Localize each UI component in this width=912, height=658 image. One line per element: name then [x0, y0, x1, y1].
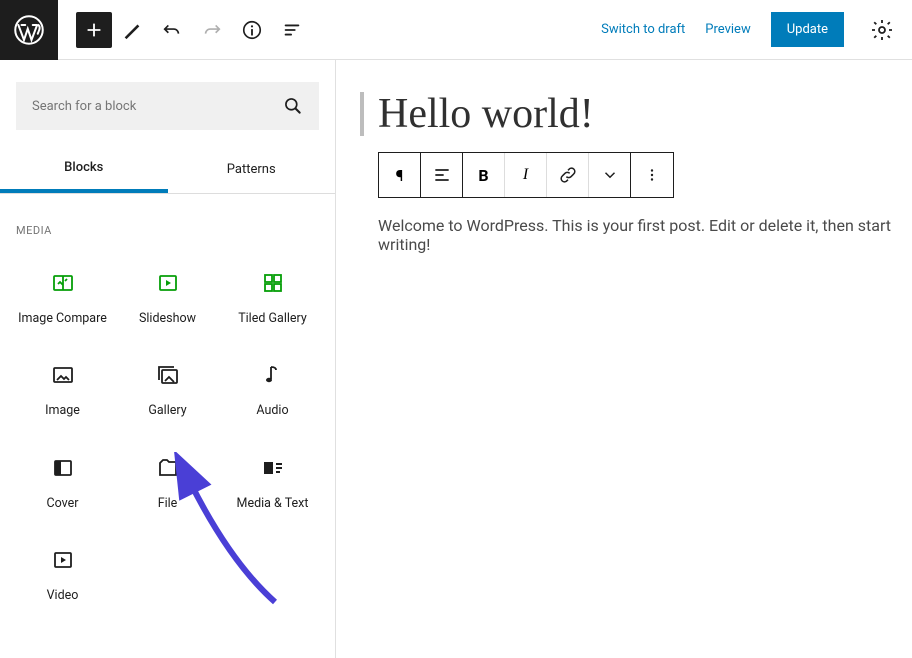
post-body[interactable]: Welcome to WordPress. This is your first…: [360, 216, 912, 254]
update-button[interactable]: Update: [771, 12, 844, 47]
more-options-button[interactable]: [631, 153, 673, 197]
italic-button[interactable]: I: [505, 153, 547, 197]
outline-button[interactable]: [272, 10, 312, 50]
block-image[interactable]: Image: [10, 343, 115, 435]
block-grid: Image Compare Slideshow Tiled Gallery Im…: [0, 251, 335, 640]
wordpress-logo[interactable]: [0, 0, 58, 60]
more-rich-button[interactable]: [589, 153, 631, 197]
section-label-media: MEDIA: [0, 194, 335, 251]
block-label: Audio: [256, 403, 288, 419]
search-field[interactable]: [16, 82, 319, 130]
block-label: File: [158, 496, 178, 512]
info-icon: [241, 19, 263, 41]
link-button[interactable]: [547, 153, 589, 197]
edit-button[interactable]: [112, 10, 152, 50]
paragraph-type-button[interactable]: ¶: [379, 153, 421, 197]
editor-topbar: Switch to draft Preview Update: [0, 0, 912, 60]
redo-icon: [201, 19, 223, 41]
pilcrow-icon: ¶: [396, 166, 404, 185]
preview-button[interactable]: Preview: [705, 22, 750, 37]
block-slideshow[interactable]: Slideshow: [115, 251, 220, 343]
switch-to-draft-button[interactable]: Switch to draft: [601, 22, 685, 37]
block-label: Image: [45, 403, 80, 419]
main-area: Blocks Patterns MEDIA Image Compare Slid…: [0, 60, 912, 658]
video-icon: [51, 548, 75, 572]
link-icon: [558, 165, 578, 185]
block-toolbar: ¶ B I: [378, 152, 674, 198]
undo-button[interactable]: [152, 10, 192, 50]
block-audio[interactable]: Audio: [220, 343, 325, 435]
tab-blocks[interactable]: Blocks: [0, 146, 168, 193]
search-wrap: [0, 60, 335, 146]
wordpress-icon: [14, 15, 44, 45]
block-media-text[interactable]: Media & Text: [220, 436, 325, 528]
cover-icon: [51, 456, 75, 480]
block-inserter-panel: Blocks Patterns MEDIA Image Compare Slid…: [0, 60, 336, 658]
post-title[interactable]: Hello world!: [378, 90, 594, 138]
image-compare-icon: [51, 271, 75, 295]
block-cover[interactable]: Cover: [10, 436, 115, 528]
block-label: Video: [47, 588, 79, 604]
block-video[interactable]: Video: [10, 528, 115, 620]
block-label: Slideshow: [139, 311, 196, 327]
media-text-icon: [261, 456, 285, 480]
block-label: Image Compare: [18, 311, 107, 327]
gear-icon: [870, 18, 894, 42]
list-view-icon: [281, 19, 303, 41]
bold-button[interactable]: B: [463, 153, 505, 197]
inserter-tabs: Blocks Patterns: [0, 146, 335, 194]
block-label: Gallery: [148, 403, 186, 419]
gallery-icon: [156, 363, 180, 387]
image-icon: [51, 363, 75, 387]
block-label: Media & Text: [237, 496, 309, 512]
toolbar-left-group: [76, 10, 312, 50]
audio-icon: [261, 363, 285, 387]
editor-canvas: Hello world! ¶ B I Welcome to WordPress.…: [336, 60, 912, 658]
slideshow-icon: [156, 271, 180, 295]
search-input[interactable]: [32, 99, 249, 114]
align-icon: [432, 165, 452, 185]
bold-icon: B: [478, 166, 488, 185]
file-icon: [156, 456, 180, 480]
pencil-icon: [121, 19, 143, 41]
block-gallery[interactable]: Gallery: [115, 343, 220, 435]
block-label: Tiled Gallery: [238, 311, 307, 327]
toolbar-right-group: Switch to draft Preview Update: [601, 12, 912, 47]
settings-button[interactable]: [870, 18, 894, 42]
search-icon: [283, 96, 303, 116]
kebab-icon: [643, 166, 661, 184]
add-block-button[interactable]: [76, 12, 112, 48]
block-drag-handle[interactable]: [360, 92, 364, 136]
block-tiled-gallery[interactable]: Tiled Gallery: [220, 251, 325, 343]
tiled-gallery-icon: [261, 271, 285, 295]
details-button[interactable]: [232, 10, 272, 50]
block-image-compare[interactable]: Image Compare: [10, 251, 115, 343]
block-file[interactable]: File: [115, 436, 220, 528]
tab-patterns[interactable]: Patterns: [168, 146, 336, 193]
plus-icon: [83, 19, 105, 41]
italic-icon: I: [523, 166, 528, 184]
undo-icon: [161, 19, 183, 41]
block-label: Cover: [46, 496, 78, 512]
align-button[interactable]: [421, 153, 463, 197]
chevron-down-icon: [601, 166, 619, 184]
title-row: Hello world!: [360, 90, 912, 138]
redo-button[interactable]: [192, 10, 232, 50]
